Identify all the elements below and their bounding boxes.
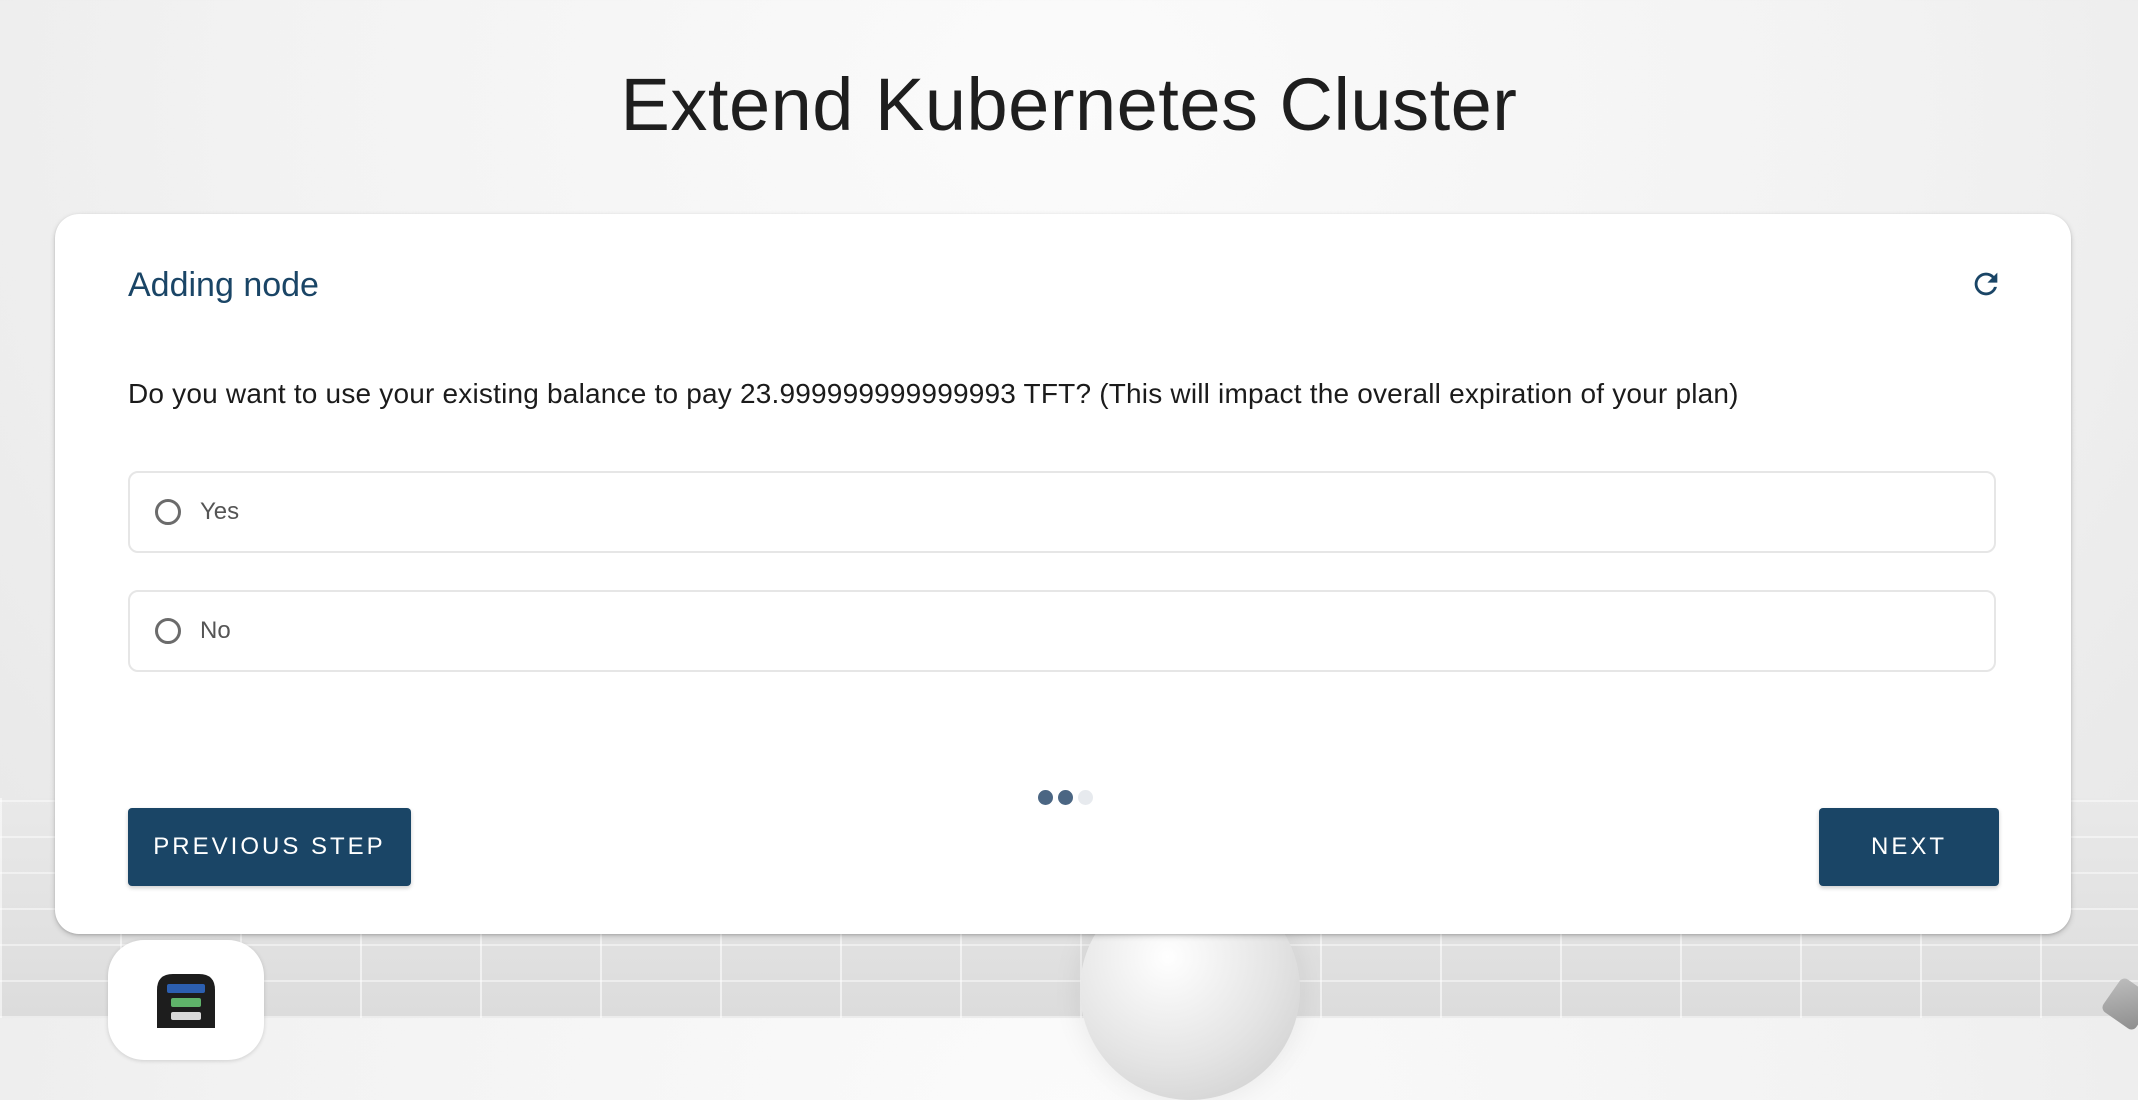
step-dot-1 <box>1038 790 1053 805</box>
extend-cluster-card: Adding node Do you want to use your exis… <box>55 214 2071 934</box>
step-indicator <box>1038 790 1093 805</box>
refresh-button[interactable] <box>1964 262 2008 306</box>
radio-no[interactable] <box>155 618 181 644</box>
radio-yes[interactable] <box>155 499 181 525</box>
payment-question: Do you want to use your existing balance… <box>128 378 1739 409</box>
option-yes-label: Yes <box>200 498 240 525</box>
next-button[interactable]: Next <box>1819 808 1999 886</box>
option-no[interactable]: No <box>128 590 1996 672</box>
step-dot-3 <box>1078 790 1093 805</box>
previous-step-button[interactable]: Previous Step <box>128 808 411 886</box>
threefold-logo-icon <box>157 974 215 1028</box>
app-logo-badge[interactable] <box>108 940 264 1060</box>
option-no-label: No <box>200 617 231 644</box>
card-title: Adding node <box>128 266 319 304</box>
refresh-icon <box>1974 272 1998 296</box>
page-title: Extend Kubernetes Cluster <box>620 63 1518 146</box>
step-dot-2 <box>1058 790 1073 805</box>
option-yes[interactable]: Yes <box>128 471 1996 553</box>
